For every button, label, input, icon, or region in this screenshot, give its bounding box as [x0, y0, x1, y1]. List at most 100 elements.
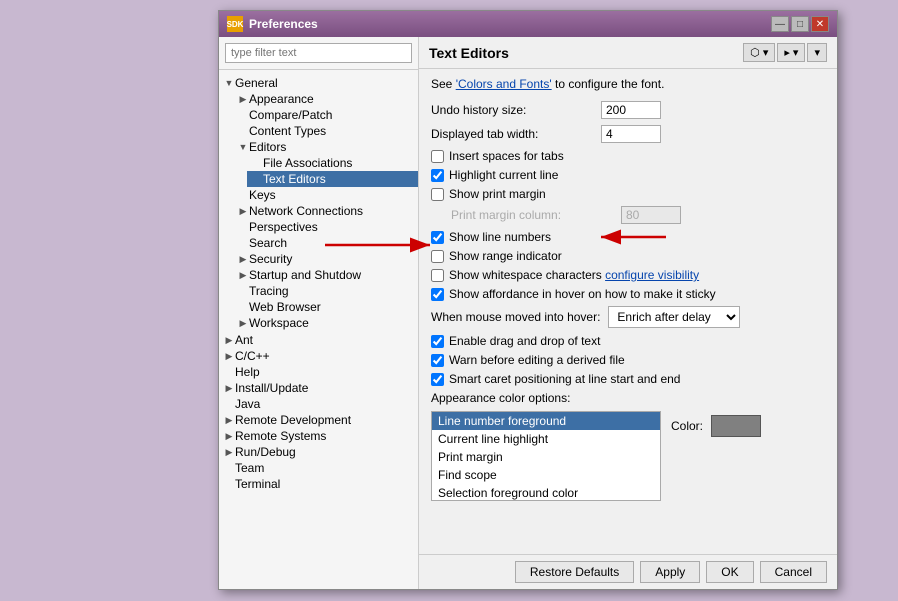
- arrow-terminal: [223, 478, 235, 490]
- configure-visibility-link[interactable]: configure visibility: [605, 268, 699, 282]
- arrow-appearance: ▶: [237, 93, 249, 105]
- tree-row-team[interactable]: Team: [219, 460, 418, 476]
- tree-row-search[interactable]: Search: [233, 235, 418, 251]
- color-options-section: Line number foreground Current line high…: [431, 411, 825, 507]
- enable-drag-checkbox[interactable]: [431, 335, 444, 348]
- minimize-button[interactable]: —: [771, 16, 789, 32]
- tree-row-terminal[interactable]: Terminal: [219, 476, 418, 492]
- tree-row-content[interactable]: Content Types: [233, 123, 418, 139]
- nav-forward-button[interactable]: ▸ ▾: [777, 43, 805, 62]
- arrow-keys: [237, 189, 249, 201]
- insert-spaces-row: Insert spaces for tabs: [431, 149, 825, 163]
- tree-row-general[interactable]: ▼ General: [219, 75, 418, 91]
- tab-width-row: Displayed tab width:: [431, 125, 825, 143]
- arrow-remote-sys: ▶: [223, 430, 235, 442]
- filter-input[interactable]: [225, 43, 412, 63]
- show-affordance-checkbox[interactable]: [431, 288, 444, 301]
- highlight-line-row: Highlight current line: [431, 168, 825, 182]
- tree-row-java[interactable]: Java: [219, 396, 418, 412]
- tree-row-help[interactable]: Help: [219, 364, 418, 380]
- smart-caret-checkbox[interactable]: [431, 373, 444, 386]
- filter-box: [219, 37, 418, 70]
- tree-row-remote-sys[interactable]: ▶ Remote Systems: [219, 428, 418, 444]
- color-option-print-margin[interactable]: Print margin: [432, 448, 660, 466]
- color-option-find-scope[interactable]: Find scope: [432, 466, 660, 484]
- tree-row-keys[interactable]: Keys: [233, 187, 418, 203]
- label-appearance: Appearance: [249, 92, 314, 106]
- nav-menu-button[interactable]: ▾: [807, 43, 827, 62]
- tree-row-perspectives[interactable]: Perspectives: [233, 219, 418, 235]
- tree-row-startup[interactable]: ▶ Startup and Shutdow: [233, 267, 418, 283]
- tree-container: ▼ General ▶ Appearance Compare/Patch: [219, 70, 418, 589]
- label-tracing: Tracing: [249, 284, 289, 298]
- tab-width-label: Displayed tab width:: [431, 127, 601, 141]
- warn-editing-checkbox[interactable]: [431, 354, 444, 367]
- tree-row-security[interactable]: ▶ Security: [233, 251, 418, 267]
- tree-row-run[interactable]: ▶ Run/Debug: [219, 444, 418, 460]
- main-content: ▼ General ▶ Appearance Compare/Patch: [219, 37, 837, 589]
- ok-button[interactable]: OK: [706, 561, 753, 583]
- insert-spaces-checkbox[interactable]: [431, 150, 444, 163]
- color-option-current-line[interactable]: Current line highlight: [432, 430, 660, 448]
- tree-row-cpp[interactable]: ▶ C/C++: [219, 348, 418, 364]
- label-startup: Startup and Shutdow: [249, 268, 361, 282]
- nav-back-button[interactable]: ⬡ ▾: [743, 43, 775, 62]
- tree-row-network[interactable]: ▶ Network Connections: [233, 203, 418, 219]
- highlight-line-checkbox[interactable]: [431, 169, 444, 182]
- label-content: Content Types: [249, 124, 326, 138]
- tree-item-general: ▼ General ▶ Appearance Compare/Patch: [219, 74, 418, 332]
- right-header: Text Editors ⬡ ▾ ▸ ▾ ▾: [419, 37, 837, 69]
- left-panel: ▼ General ▶ Appearance Compare/Patch: [219, 37, 419, 589]
- tree-row-text-editors[interactable]: Text Editors: [247, 171, 418, 187]
- label-general: General: [235, 76, 278, 90]
- tree-row-remote[interactable]: ▶ Remote Development: [219, 412, 418, 428]
- general-children: ▶ Appearance Compare/Patch Content Types: [219, 91, 418, 331]
- tree-row-install[interactable]: ▶ Install/Update: [219, 380, 418, 396]
- maximize-button[interactable]: □: [791, 16, 809, 32]
- arrow-java: [223, 398, 235, 410]
- tree-row-compare[interactable]: Compare/Patch: [233, 107, 418, 123]
- enable-drag-row: Enable drag and drop of text: [431, 334, 825, 348]
- font-link-suffix: to configure the font.: [552, 77, 665, 91]
- editors-children: File Associations Text Editors: [233, 155, 418, 187]
- apply-button[interactable]: Apply: [640, 561, 700, 583]
- color-option-line-number-fg[interactable]: Line number foreground: [432, 412, 660, 430]
- highlight-line-label: Highlight current line: [449, 168, 558, 182]
- tree-row-appearance[interactable]: ▶ Appearance: [233, 91, 418, 107]
- label-java: Java: [235, 397, 260, 411]
- tree-row-web[interactable]: Web Browser: [233, 299, 418, 315]
- undo-history-input[interactable]: [601, 101, 661, 119]
- hover-select[interactable]: Enrich after delay Enrich immediately No…: [608, 306, 740, 328]
- color-option-selection-fg[interactable]: Selection foreground color: [432, 484, 660, 501]
- show-line-numbers-checkbox[interactable]: [431, 231, 444, 244]
- color-options-list: Line number foreground Current line high…: [431, 411, 661, 501]
- label-remote: Remote Development: [235, 413, 351, 427]
- arrow-remote: ▶: [223, 414, 235, 426]
- warn-editing-row: Warn before editing a derived file: [431, 353, 825, 367]
- tree-row-workspace[interactable]: ▶ Workspace: [233, 315, 418, 331]
- hover-label: When mouse moved into hover:: [431, 310, 600, 324]
- show-line-numbers-row: Show line numbers: [431, 230, 825, 244]
- tree-row-tracing[interactable]: Tracing: [233, 283, 418, 299]
- tree-row-ant[interactable]: ▶ Ant: [219, 332, 418, 348]
- nav-buttons: ⬡ ▾ ▸ ▾ ▾: [743, 43, 827, 62]
- insert-spaces-label: Insert spaces for tabs: [449, 149, 564, 163]
- colors-fonts-link[interactable]: 'Colors and Fonts': [456, 77, 552, 91]
- print-margin-label: Show print margin: [449, 187, 546, 201]
- tree-row-editors[interactable]: ▼ Editors: [233, 139, 418, 155]
- tab-width-input[interactable]: [601, 125, 661, 143]
- show-affordance-row: Show affordance in hover on how to make …: [431, 287, 825, 301]
- arrow-workspace: ▶: [237, 317, 249, 329]
- print-margin-checkbox[interactable]: [431, 188, 444, 201]
- tree-row-file-assoc[interactable]: File Associations: [247, 155, 418, 171]
- cancel-button[interactable]: Cancel: [760, 561, 827, 583]
- close-button[interactable]: ✕: [811, 16, 829, 32]
- show-range-checkbox[interactable]: [431, 250, 444, 263]
- restore-defaults-button[interactable]: Restore Defaults: [515, 561, 634, 583]
- print-margin-col-label: Print margin column:: [451, 208, 621, 222]
- show-whitespace-checkbox[interactable]: [431, 269, 444, 282]
- label-cpp: C/C++: [235, 349, 270, 363]
- color-swatch[interactable]: [711, 415, 761, 437]
- show-affordance-label: Show affordance in hover on how to make …: [449, 287, 716, 301]
- label-search: Search: [249, 236, 287, 250]
